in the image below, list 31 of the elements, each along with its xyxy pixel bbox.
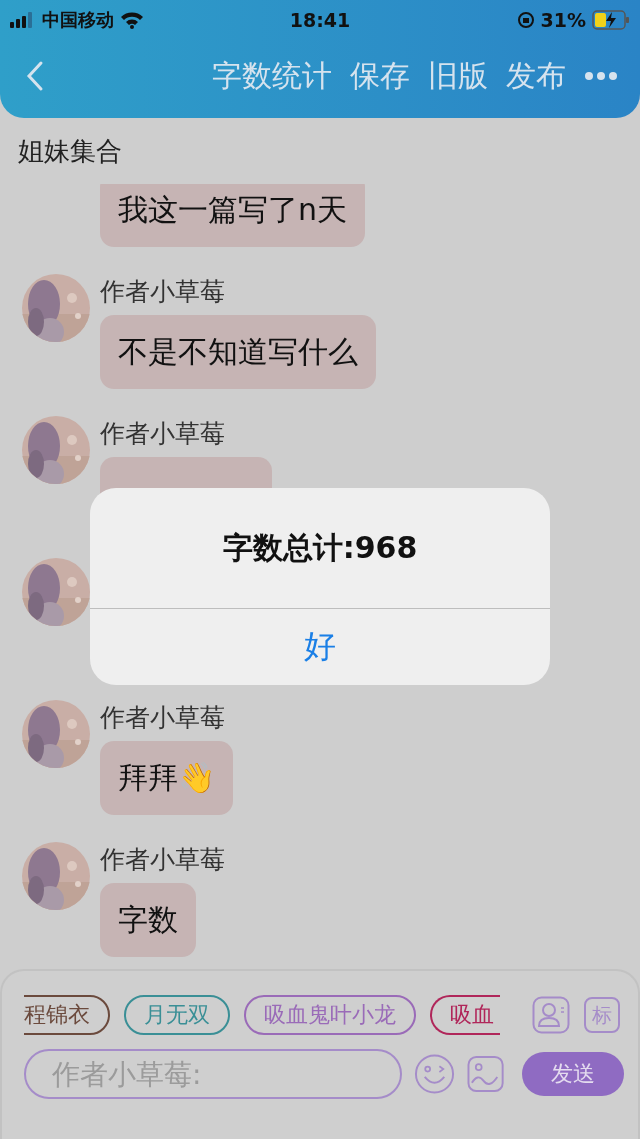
author-name: 作者小草莓 [100,845,225,874]
image-icon[interactable] [467,1055,505,1093]
member-chip[interactable]: 吸血 [430,995,500,1035]
rotation-lock-icon [516,11,535,29]
send-button[interactable]: 发送 [522,1052,624,1096]
message-bubble: 我这一篇写了n天 [100,184,365,247]
tag-button[interactable]: 标 [584,997,620,1033]
message-bubble: 字数 [100,883,196,957]
message-bubble: 不是不知道写什么 [100,315,376,389]
ok-button[interactable]: 好 [90,609,550,685]
author-name: 作者小草莓 [100,703,225,732]
group-title: 姐妹集合 [18,134,122,168]
author-name: 作者小草莓 [100,419,225,448]
member-chip[interactable]: 吸血鬼叶小龙 [244,995,416,1035]
emoji-icon[interactable] [414,1053,455,1095]
status-time: 18:41 [289,9,351,31]
nav-action[interactable]: 保存 [350,55,410,97]
contact-icon[interactable] [532,996,570,1034]
author-name: 作者小草莓 [100,277,225,306]
message-bubble: 拜拜👋 [100,741,233,815]
nav-action[interactable]: 旧版 [428,55,488,97]
carrier-name: 中国移动 [42,8,114,32]
nav-action[interactable]: 字数统计 [212,55,332,97]
dialog-title: 字数总计:968 [222,528,418,567]
nav-action[interactable]: 发布 [506,55,566,97]
battery-percent: 31% [540,9,586,31]
more-icon[interactable] [584,71,618,81]
member-chip[interactable]: 月无双 [124,995,230,1035]
back-icon[interactable] [26,60,44,92]
wifi-icon [120,11,144,29]
member-chip[interactable]: 程锦衣 [24,995,110,1035]
